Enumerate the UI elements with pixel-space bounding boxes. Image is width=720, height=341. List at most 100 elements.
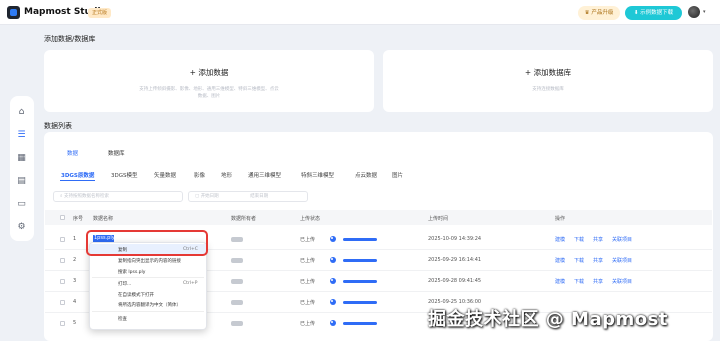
add-data-title: + 添加数据	[189, 68, 229, 77]
owner-redacted	[231, 237, 243, 242]
upgrade-button[interactable]: ♛ 产品升级	[578, 6, 620, 20]
add-data-desc: 支持上传倾斜摄影、影像、地形、通用三维模型、特斜三维模型、点云数据、图片	[139, 87, 279, 99]
row-status: 已上传	[300, 321, 316, 327]
header-name: 数据名称	[93, 216, 114, 222]
category-terrain[interactable]: 地形	[221, 171, 232, 179]
share-link[interactable]: 共享	[593, 278, 603, 285]
category-special-3d[interactable]: 特斜三维模型	[301, 171, 334, 179]
status-check-icon	[330, 257, 336, 263]
row-no: 5	[73, 320, 77, 326]
status-check-icon	[330, 320, 336, 326]
header-no: 序号	[73, 216, 84, 222]
add-database-card[interactable]: + 添加数据库 支持连接数据库	[383, 50, 713, 112]
model-link[interactable]: 建模	[555, 257, 565, 264]
page-title: 添加数据/数据库	[44, 35, 96, 43]
row-no: 4	[73, 299, 77, 305]
link-project-link[interactable]: 关联项目	[612, 278, 632, 285]
row-checkbox[interactable]	[60, 300, 65, 305]
status-check-icon	[330, 278, 336, 284]
upload-progress-bar	[343, 238, 377, 241]
row-no: 2	[73, 257, 77, 263]
settings-icon[interactable]: ⚙	[16, 222, 27, 233]
menu-divider	[92, 311, 204, 312]
avatar[interactable]	[688, 6, 700, 18]
row-checkbox[interactable]	[60, 321, 65, 326]
menu-item-translate[interactable]: 将所选内容翻译为中文（简体）	[118, 302, 181, 308]
menu-item-search[interactable]: 搜索 lpss.ply	[118, 269, 145, 275]
active-tab-indicator	[60, 180, 95, 181]
category-imagery[interactable]: 影像	[194, 171, 205, 179]
row-status: 已上传	[300, 258, 316, 264]
shortcut-print: Ctrl+P	[183, 281, 198, 286]
sample-download-button[interactable]: ⬇ 示例数据下载	[625, 6, 682, 20]
download-label: 示例数据下载	[640, 10, 674, 16]
status-check-icon	[330, 299, 336, 305]
header-status: 上传状态	[300, 216, 321, 222]
download-link[interactable]: 下载	[574, 236, 584, 243]
row-status: 已上传	[300, 300, 316, 306]
upload-progress-bar	[343, 280, 377, 283]
menu-item-inspect[interactable]: 检查	[118, 316, 127, 322]
version-badge: 正式版	[88, 8, 112, 18]
link-project-link[interactable]: 关联项目	[612, 257, 632, 264]
header-time: 上传时间	[428, 216, 449, 222]
tab-database[interactable]: 数据库	[108, 149, 125, 157]
date-start: 开始日期	[200, 194, 219, 199]
menu-item-reader[interactable]: 在自读模式下打开	[118, 292, 154, 298]
map-icon[interactable]: ▤	[16, 176, 27, 187]
row-time: 2025-09-29 16:14:41	[428, 257, 482, 263]
owner-redacted	[231, 300, 243, 305]
tab-data[interactable]: 数据	[67, 149, 78, 157]
share-link[interactable]: 共享	[593, 257, 603, 264]
search-input[interactable]: ⌕ 支持按照数据名称检索	[53, 191, 183, 202]
row-checkbox[interactable]	[60, 279, 65, 284]
upload-progress-bar	[343, 301, 377, 304]
list-title: 数据列表	[44, 122, 72, 130]
row-no: 3	[73, 278, 77, 284]
folder-icon[interactable]: ▭	[16, 199, 27, 210]
upload-progress-bar	[343, 322, 377, 325]
home-icon[interactable]: ⌂	[16, 107, 27, 118]
row-time: 2025-10-09 14:39:24	[428, 236, 482, 242]
highlight-box	[86, 230, 208, 256]
row-time: 2025-09-28 09:41:45	[428, 278, 482, 284]
logo-icon	[7, 6, 20, 19]
header-owner: 数据所有者	[231, 216, 257, 222]
category-point-cloud[interactable]: 点云数据	[355, 171, 377, 179]
menu-item-print[interactable]: 打印...	[118, 281, 131, 287]
select-all-checkbox[interactable]	[60, 215, 65, 220]
category-general-3d[interactable]: 通用三维模型	[248, 171, 281, 179]
upload-progress-bar	[343, 259, 377, 262]
upgrade-label: 产品升级	[591, 10, 614, 16]
row-checkbox[interactable]	[60, 258, 65, 263]
category-image[interactable]: 图片	[392, 171, 403, 179]
model-link[interactable]: 建模	[555, 278, 565, 285]
share-link[interactable]: 共享	[593, 236, 603, 243]
status-check-icon	[330, 236, 336, 242]
chevron-down-icon[interactable]: ▾	[703, 9, 706, 15]
menu-divider	[92, 277, 204, 278]
row-status: 已上传	[300, 279, 316, 285]
menu-item-copy-link[interactable]: 复制指向突出显示的内容的链接	[118, 258, 181, 264]
category-3dgs-model[interactable]: 3DGS模型	[111, 171, 138, 179]
row-status: 已上传	[300, 237, 316, 243]
row-no: 1	[73, 236, 77, 242]
add-database-title: + 添加数据库	[524, 68, 572, 77]
date-end: 结束日期	[250, 194, 269, 199]
owner-redacted	[231, 279, 243, 284]
owner-redacted	[231, 321, 243, 326]
grid-icon[interactable]: ▦	[16, 153, 27, 164]
category-vector[interactable]: 矢量数据	[154, 171, 176, 179]
date-range-input[interactable]: ▢ 开始日期 结束日期	[188, 191, 308, 202]
add-data-card[interactable]: + 添加数据 支持上传倾斜摄影、影像、地形、通用三维模型、特斜三维模型、点云数据…	[44, 50, 374, 112]
row-checkbox[interactable]	[60, 237, 65, 242]
watermark: 掘金技术社区 @ Mapmost	[428, 309, 668, 330]
table-header	[45, 210, 712, 225]
download-link[interactable]: 下载	[574, 257, 584, 264]
model-link[interactable]: 建模	[555, 236, 565, 243]
category-3dgs-raw[interactable]: 3DGS原数据	[61, 171, 94, 179]
search-placeholder: 支持按照数据名称检索	[63, 194, 109, 199]
link-project-link[interactable]: 关联项目	[612, 236, 632, 243]
database-icon[interactable]: ☰	[16, 130, 27, 141]
download-link[interactable]: 下载	[574, 278, 584, 285]
